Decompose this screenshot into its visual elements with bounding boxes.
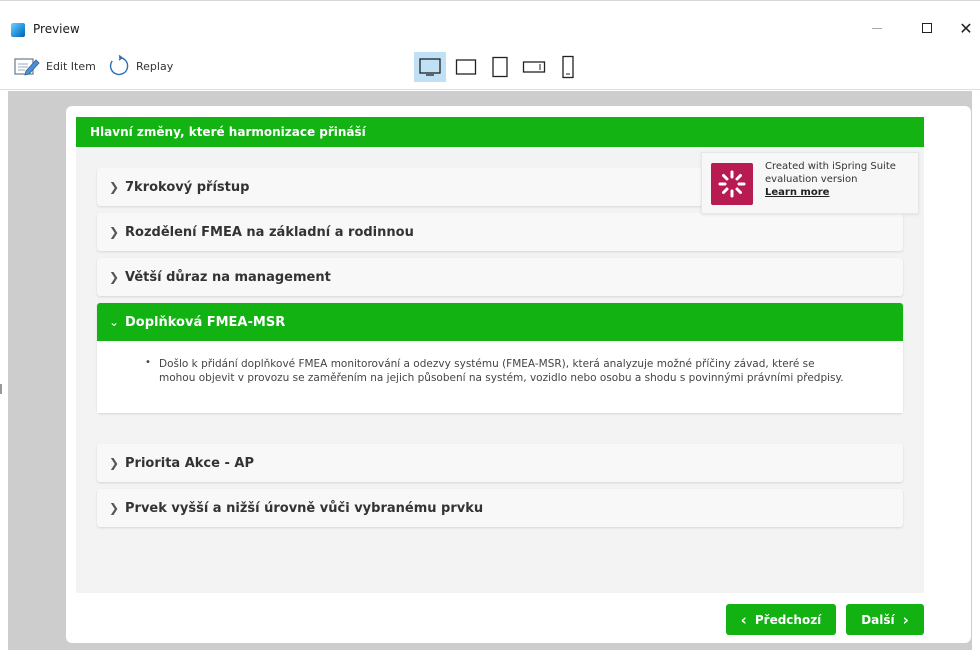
accordion-label: Větší důraz na management bbox=[125, 269, 331, 285]
accordion-header[interactable]: ❯ Větší důraz na management bbox=[97, 258, 903, 296]
accordion-label: Priorita Akce - AP bbox=[125, 455, 254, 471]
accordion-item[interactable]: ❯ Prvek vyšší a nižší úrovně vůči vybran… bbox=[97, 489, 903, 527]
slide-title: Hlavní změny, které harmonizace přináší bbox=[76, 117, 924, 147]
tablet-portrait-icon bbox=[492, 56, 508, 78]
minimize-icon bbox=[872, 27, 882, 29]
badge-line1: Created with iSpring Suite bbox=[765, 161, 896, 172]
edit-item-button[interactable]: Edit Item bbox=[14, 53, 96, 79]
learn-more-link[interactable]: Learn more bbox=[765, 186, 896, 199]
minimize-button[interactable] bbox=[862, 17, 892, 39]
accordion-label: 7krokový přístup bbox=[125, 179, 250, 195]
accordion-header[interactable]: ❯ Prvek vyšší a nižší úrovně vůči vybran… bbox=[97, 489, 903, 527]
device-phone-portrait-button[interactable] bbox=[552, 52, 584, 82]
accordion-item[interactable]: ❯ Rozdělení FMEA na základní a rodinnou bbox=[97, 213, 903, 251]
accordion-item-open[interactable]: ⌄ Doplňková FMEA-MSR • Došlo k přidání d… bbox=[97, 303, 903, 413]
chevron-right-icon: ❯ bbox=[109, 456, 120, 470]
next-button[interactable]: Další › bbox=[846, 604, 924, 635]
phone-portrait-icon bbox=[562, 55, 574, 79]
chevron-left-icon: ‹ bbox=[740, 610, 747, 629]
next-label: Další bbox=[861, 612, 895, 627]
maximize-icon bbox=[922, 23, 932, 33]
chevron-right-icon: › bbox=[902, 610, 909, 629]
device-desktop-button[interactable] bbox=[414, 52, 446, 82]
badge-text: Created with iSpring Suite evaluation ve… bbox=[765, 160, 896, 199]
accordion-label: Prvek vyšší a nižší úrovně vůči vybraném… bbox=[125, 500, 484, 516]
close-icon: ✕ bbox=[959, 18, 973, 38]
toolbar: Edit Item Replay bbox=[0, 44, 980, 90]
replay-label: Replay bbox=[136, 59, 174, 73]
close-button[interactable]: ✕ bbox=[951, 17, 980, 39]
device-tablet-landscape-button[interactable] bbox=[450, 52, 482, 82]
accordion-label: Rozdělení FMEA na základní a rodinnou bbox=[125, 224, 414, 240]
accordion-item[interactable]: ❯ Priorita Akce - AP bbox=[97, 444, 903, 482]
tablet-landscape-icon bbox=[455, 59, 477, 75]
app-icon bbox=[11, 23, 25, 37]
accordion-item[interactable]: ❯ Větší důraz na management bbox=[97, 258, 903, 296]
bullet-icon: • bbox=[145, 357, 151, 368]
accordion-text: Došlo k přidání doplňkové FMEA monitorov… bbox=[159, 358, 844, 384]
phone-landscape-icon bbox=[522, 61, 546, 73]
device-phone-landscape-button[interactable] bbox=[518, 52, 550, 82]
device-tablet-portrait-button[interactable] bbox=[484, 52, 516, 82]
accordion-header[interactable]: ⌄ Doplňková FMEA-MSR bbox=[97, 303, 903, 341]
previous-label: Předchozí bbox=[754, 612, 822, 627]
badge-line2: evaluation version bbox=[765, 174, 858, 185]
chevron-right-icon: ❯ bbox=[109, 501, 120, 515]
ispring-logo-icon bbox=[711, 163, 753, 205]
desktop-icon bbox=[419, 58, 441, 76]
accordion-label: Doplňková FMEA-MSR bbox=[125, 314, 286, 330]
chevron-right-icon: ❯ bbox=[109, 225, 120, 239]
window-title: Preview bbox=[33, 22, 80, 36]
chevron-right-icon: ❯ bbox=[109, 270, 120, 284]
accordion-content: • Došlo k přidání doplňkové FMEA monitor… bbox=[97, 341, 903, 413]
maximize-button[interactable] bbox=[912, 17, 942, 39]
accordion-header[interactable]: ❯ Rozdělení FMEA na základní a rodinnou bbox=[97, 213, 903, 251]
edit-item-label: Edit Item bbox=[46, 59, 96, 73]
chevron-right-icon: ❯ bbox=[109, 180, 120, 194]
replay-button[interactable]: Replay bbox=[108, 53, 173, 79]
title-bar: Preview ✕ bbox=[0, 0, 980, 44]
accordion-header[interactable]: ❯ Priorita Akce - AP bbox=[97, 444, 903, 482]
replay-icon bbox=[109, 55, 129, 76]
window-edge-mark bbox=[0, 384, 2, 394]
ispring-badge: Created with iSpring Suite evaluation ve… bbox=[701, 152, 919, 214]
previous-button[interactable]: ‹ Předchozí bbox=[726, 604, 836, 635]
chevron-down-icon: ⌄ bbox=[109, 315, 120, 329]
edit-icon bbox=[14, 58, 40, 76]
